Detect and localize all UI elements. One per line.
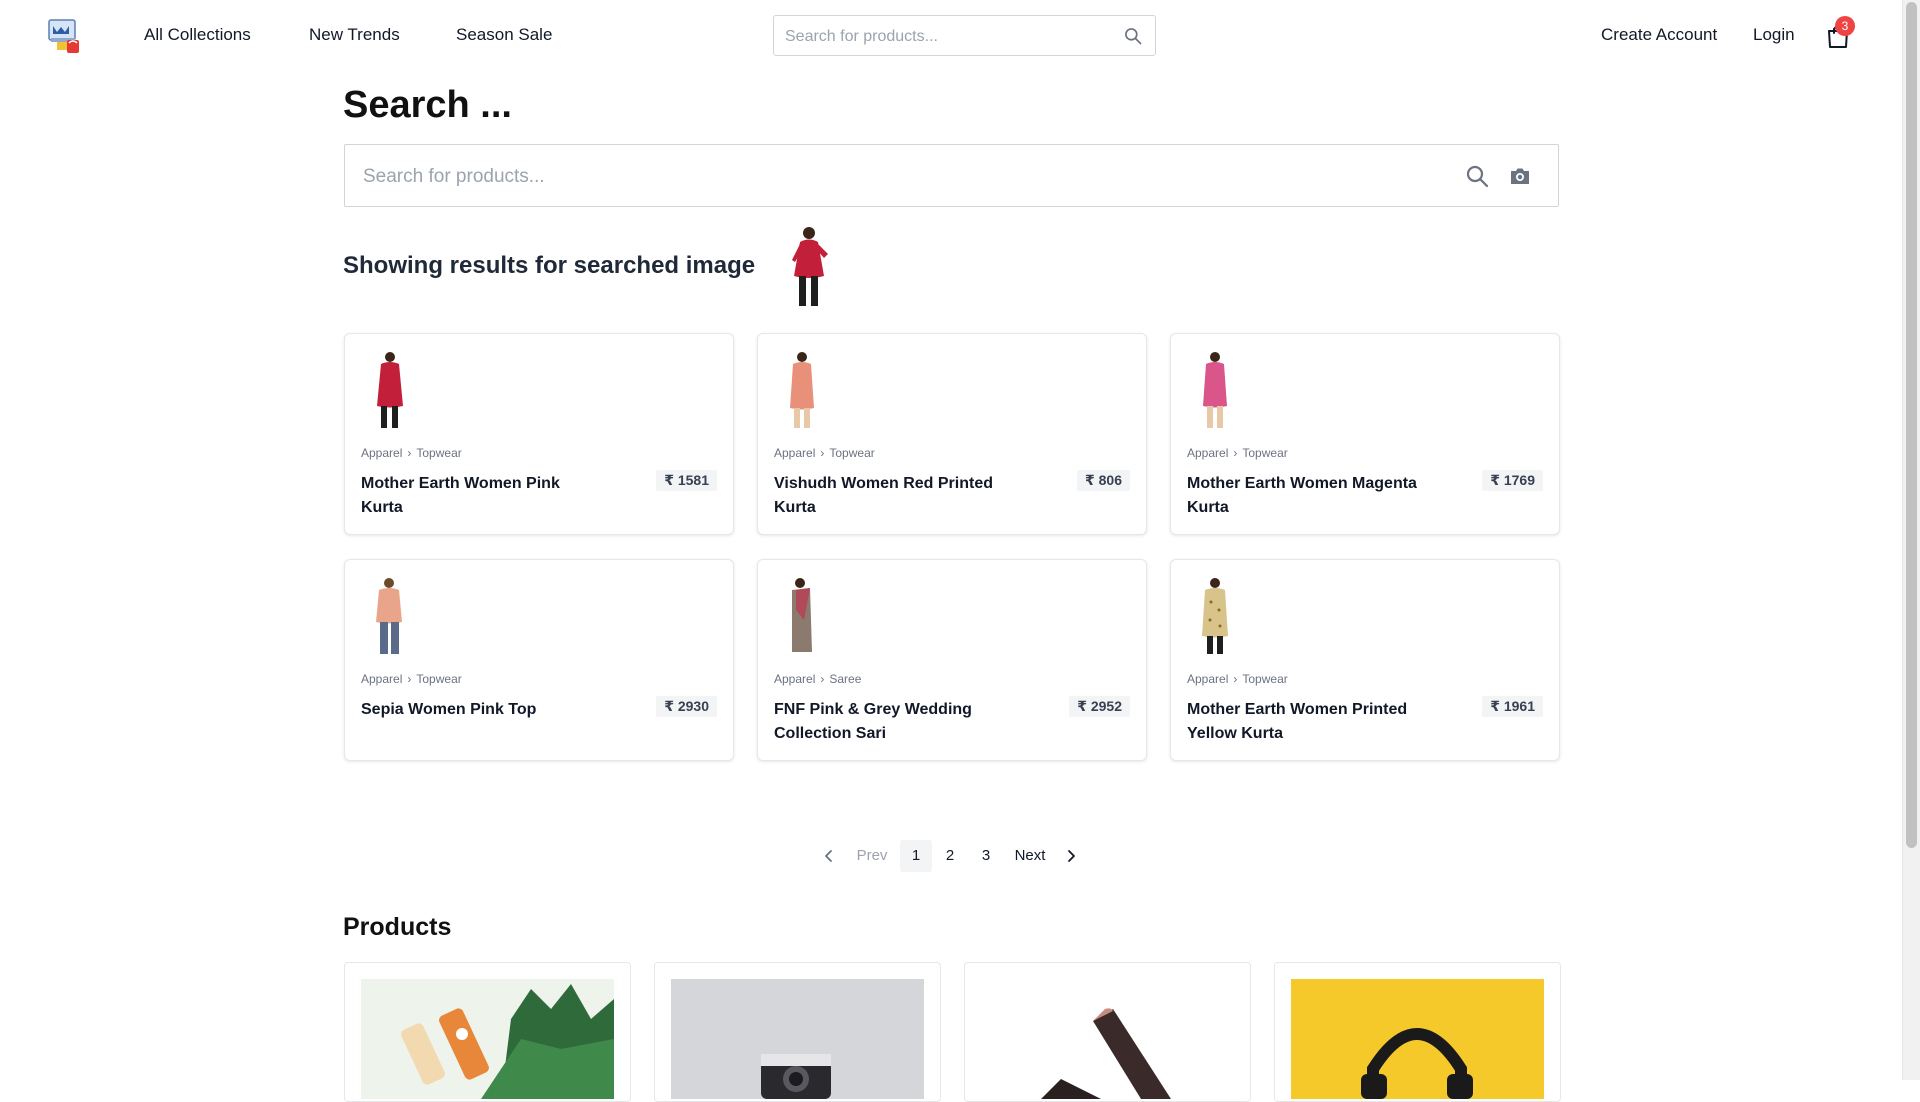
breadcrumb-subcategory[interactable]: Topwear [416, 446, 461, 460]
product-thumbnail [376, 578, 402, 654]
product-name[interactable]: FNF Pink & Grey Wedding Collection Sari [774, 698, 1004, 746]
result-card[interactable]: Apparel › Topwear Vishudh Women Red Printe… [757, 333, 1147, 535]
scrollbar-thumb[interactable] [1906, 2, 1917, 848]
product-card[interactable] [344, 962, 631, 1102]
nav-new-trends[interactable]: New Trends [309, 25, 400, 45]
product-thumbnail [1202, 578, 1228, 654]
breadcrumb-subcategory[interactable]: Topwear [1242, 672, 1287, 686]
chevron-right-icon: › [407, 446, 412, 460]
prev-page-button[interactable]: Prev [854, 840, 890, 872]
search-icon[interactable] [1465, 164, 1489, 188]
breadcrumb: Apparel › Saree [774, 672, 861, 686]
page-3-button[interactable]: 3 [974, 840, 998, 872]
price-badge: ₹ 2952 [1069, 696, 1130, 717]
breadcrumb-category[interactable]: Apparel [361, 446, 402, 460]
breadcrumb-category[interactable]: Apparel [774, 672, 815, 686]
breadcrumb-category[interactable]: Apparel [1187, 446, 1228, 460]
next-page-button[interactable]: Next [1010, 840, 1050, 872]
product-image-lipstick [981, 979, 1234, 1099]
breadcrumb: Apparel › Topwear [1187, 672, 1288, 686]
product-card[interactable] [654, 962, 941, 1102]
price-badge: ₹ 1581 [656, 470, 717, 491]
chevron-right-icon: › [407, 672, 412, 686]
chevron-right-icon: › [1233, 446, 1238, 460]
nav-all-collections[interactable]: All Collections [144, 25, 251, 45]
result-card[interactable]: Apparel › Saree FNF Pink & Grey Wedding Co… [757, 559, 1147, 761]
product-name[interactable]: Mother Earth Women Printed Yellow Kurta [1187, 698, 1417, 746]
result-card[interactable]: Apparel › Topwear Mother Earth Women Magen… [1170, 333, 1560, 535]
page-2-button[interactable]: 2 [938, 840, 962, 872]
breadcrumb-subcategory[interactable]: Topwear [416, 672, 461, 686]
cart-count-badge: 3 [1835, 16, 1855, 36]
result-card[interactable]: Apparel › Topwear Sepia Women Pink Top ₹ 2… [344, 559, 734, 761]
product-thumbnail [790, 352, 814, 428]
product-image-plants-bottles [361, 979, 614, 1099]
create-account-link[interactable]: Create Account [1601, 25, 1717, 45]
breadcrumb-category[interactable]: Apparel [361, 672, 402, 686]
login-link[interactable]: Login [1753, 25, 1795, 45]
main-search-input[interactable] [361, 145, 1445, 208]
price-badge: ₹ 2930 [656, 696, 717, 717]
product-thumbnail [792, 578, 812, 652]
product-thumbnail [377, 352, 403, 428]
product-name[interactable]: Mother Earth Women Magenta Kurta [1187, 472, 1417, 520]
product-name[interactable]: Sepia Women Pink Top [361, 698, 591, 722]
product-image-camera [671, 979, 924, 1099]
chevron-right-icon: › [820, 672, 825, 686]
result-card[interactable]: Apparel › Topwear Mother Earth Women Print… [1170, 559, 1560, 761]
main-search-box [344, 144, 1559, 208]
product-image-headphones [1291, 979, 1544, 1099]
result-card[interactable]: Apparel › Topwear Mother Earth Women Pink … [344, 333, 734, 535]
breadcrumb: Apparel › Topwear [361, 672, 462, 686]
nav-season-sale[interactable]: Season Sale [456, 25, 552, 45]
breadcrumb: Apparel › Topwear [774, 446, 875, 460]
product-thumbnail [1203, 352, 1227, 428]
store-logo-icon[interactable] [47, 18, 81, 54]
breadcrumb-category[interactable]: Apparel [1187, 672, 1228, 686]
breadcrumb: Apparel › Topwear [1187, 446, 1288, 460]
breadcrumb-subcategory[interactable]: Topwear [1242, 446, 1287, 460]
product-name[interactable]: Vishudh Women Red Printed Kurta [774, 472, 1004, 520]
chevron-right-icon: › [820, 446, 825, 460]
header-search-input[interactable] [783, 16, 1107, 57]
page-1-button[interactable]: 1 [900, 840, 932, 872]
product-card[interactable] [964, 962, 1251, 1102]
breadcrumb: Apparel › Topwear [361, 446, 462, 460]
chevron-left-icon[interactable] [822, 849, 836, 863]
search-icon[interactable] [1123, 26, 1143, 46]
price-badge: ₹ 1769 [1482, 470, 1543, 491]
breadcrumb-subcategory[interactable]: Topwear [829, 446, 874, 460]
searched-image-thumbnail [792, 227, 828, 306]
breadcrumb-category[interactable]: Apparel [774, 446, 815, 460]
chevron-right-icon: › [1233, 672, 1238, 686]
breadcrumb-subcategory[interactable]: Saree [829, 672, 861, 686]
camera-icon[interactable] [1508, 164, 1532, 188]
header-search-box [773, 15, 1156, 57]
price-badge: ₹ 1961 [1482, 696, 1543, 717]
product-card[interactable] [1274, 962, 1561, 1102]
results-heading: Showing results for searched image [343, 252, 756, 279]
navbar: All Collections New Trends Season Sale C… [0, 0, 1903, 72]
price-badge: ₹ 806 [1077, 470, 1130, 491]
page-scrollbar[interactable] [1902, 0, 1920, 1080]
chevron-right-icon[interactable] [1064, 849, 1078, 863]
product-name[interactable]: Mother Earth Women Pink Kurta [361, 472, 591, 520]
page-title: Search ... [343, 84, 512, 126]
products-section-title: Products [343, 913, 452, 941]
